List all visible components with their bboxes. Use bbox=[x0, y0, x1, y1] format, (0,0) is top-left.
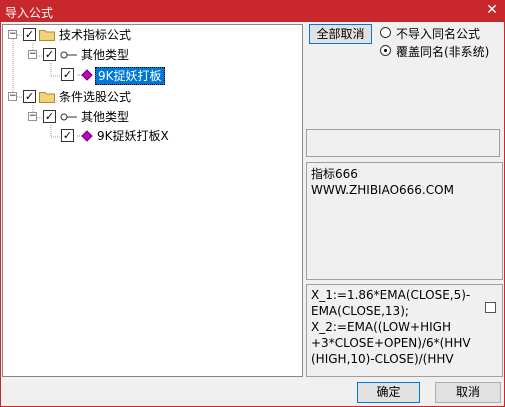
subgroup-checkbox[interactable]: ✓ bbox=[43, 48, 56, 61]
tree-node-formula[interactable]: ✓ 9K捉妖打板X bbox=[3, 128, 303, 144]
collapse-icon[interactable]: − bbox=[28, 50, 37, 59]
subgroup-checkbox[interactable]: ✓ bbox=[43, 110, 56, 123]
formula-icon bbox=[77, 69, 93, 81]
source-line: +3*CLOSE+OPEN)/6*(HHV bbox=[311, 336, 471, 350]
description-line: 指标666 bbox=[311, 167, 358, 181]
collapse-icon[interactable]: − bbox=[8, 30, 17, 39]
cancel-button[interactable]: 取消 bbox=[435, 382, 501, 403]
skip-duplicates-radio[interactable] bbox=[380, 27, 391, 38]
formula-tree[interactable]: − ✓ 技术指标公式 − ✓ 其他类型 ✓ 9K捉妖打板 − ✓ 条件选股公式 … bbox=[2, 24, 303, 377]
source-line: EMA(CLOSE,13); bbox=[311, 304, 409, 318]
tree-node-label: 其他类型 bbox=[81, 48, 130, 62]
folder-icon bbox=[39, 92, 55, 103]
tree-node-formula[interactable]: ✓ 9K捉妖打板 bbox=[3, 67, 303, 85]
close-icon[interactable]: ✕ bbox=[485, 2, 499, 18]
tree-node-group[interactable]: − ✓ 条件选股公式 bbox=[3, 89, 303, 105]
source-checkbox[interactable] bbox=[485, 302, 496, 313]
group-checkbox[interactable]: ✓ bbox=[23, 90, 36, 103]
tree-node-label: 其他类型 bbox=[81, 110, 130, 124]
tree-node-label-selected: 9K捉妖打板 bbox=[95, 67, 165, 85]
group-checkbox[interactable]: ✓ bbox=[23, 28, 36, 41]
description-line: WWW.ZHIBIAO666.COM bbox=[311, 183, 454, 197]
tree-node-label: 技术指标公式 bbox=[59, 28, 132, 42]
tree-node-group[interactable]: − ✓ 技术指标公式 bbox=[3, 27, 303, 43]
source-line: X_1:=1.86*EMA(CLOSE,5)- bbox=[311, 288, 471, 302]
window-title: 导入公式 bbox=[5, 6, 54, 20]
source-code-panel[interactable]: X_1:=1.86*EMA(CLOSE,5)- EMA(CLOSE,13); X… bbox=[306, 284, 503, 377]
title-bar: 导入公式 ✕ bbox=[0, 0, 505, 22]
overwrite-duplicates-label: 覆盖同名(非系统) bbox=[396, 45, 490, 59]
formula-checkbox[interactable]: ✓ bbox=[61, 68, 74, 81]
skip-duplicates-label: 不导入同名公式 bbox=[396, 27, 481, 41]
type-icon bbox=[60, 113, 77, 121]
source-line: X_2:=EMA((LOW+HIGH bbox=[311, 320, 451, 334]
cancel-all-button[interactable]: 全部取消 bbox=[309, 24, 372, 44]
tree-node-subgroup[interactable]: − ✓ 其他类型 bbox=[3, 47, 303, 63]
ok-button[interactable]: 确定 bbox=[357, 382, 420, 403]
overwrite-duplicates-radio[interactable] bbox=[380, 45, 391, 56]
formula-checkbox[interactable]: ✓ bbox=[61, 129, 74, 142]
type-icon bbox=[60, 51, 77, 59]
formula-icon bbox=[77, 130, 93, 142]
source-line: (HIGH,10)-CLOSE)/(HHV bbox=[311, 352, 454, 366]
tree-node-subgroup[interactable]: − ✓ 其他类型 bbox=[3, 109, 303, 125]
tree-node-label: 9K捉妖打板X bbox=[97, 129, 169, 143]
status-field bbox=[306, 129, 500, 157]
folder-icon bbox=[39, 30, 55, 41]
collapse-icon[interactable]: − bbox=[8, 92, 17, 101]
description-panel: 指标666 WWW.ZHIBIAO666.COM bbox=[306, 162, 503, 280]
tree-node-label: 条件选股公式 bbox=[59, 90, 132, 104]
collapse-icon[interactable]: − bbox=[28, 112, 37, 121]
